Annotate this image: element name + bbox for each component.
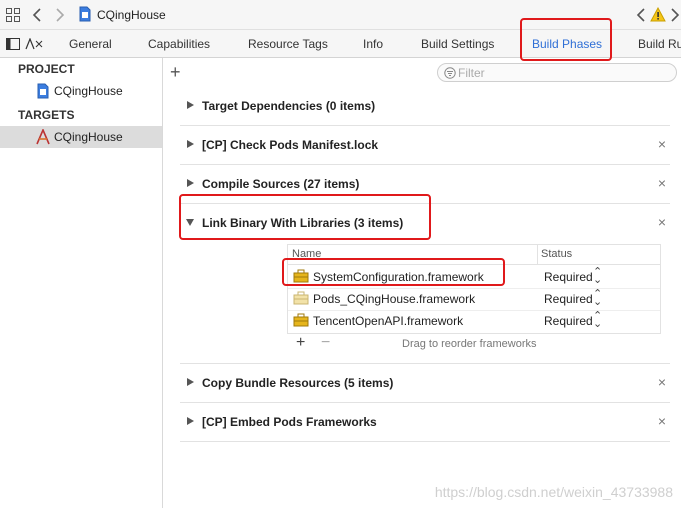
tab-info[interactable]: Info xyxy=(363,35,383,53)
tab-capabilities[interactable]: Capabilities xyxy=(148,35,210,53)
tab-build-rules[interactable]: Build Ru xyxy=(638,35,681,53)
column-header-name[interactable]: Name xyxy=(292,248,321,260)
warning-icon[interactable] xyxy=(650,7,666,22)
forward-arrow-icon[interactable] xyxy=(55,8,65,22)
divider xyxy=(180,441,670,442)
sidebar-toggle-icon[interactable] xyxy=(6,38,20,50)
sidebar-item-label: CQingHouse xyxy=(54,130,123,144)
column-header-status[interactable]: Status xyxy=(541,248,572,260)
drag-reorder-hint: Drag to reorder frameworks xyxy=(402,338,537,350)
column-separator xyxy=(537,244,538,264)
window-toolbar: CQingHouse xyxy=(0,0,681,29)
project-navigator: PROJECT CQingHouse TARGETS CQingHouse xyxy=(0,58,163,508)
sidebar-item-target[interactable]: CQingHouse xyxy=(0,126,162,148)
disclosure-triangle-icon[interactable] xyxy=(185,100,195,110)
tab-build-settings[interactable]: Build Settings xyxy=(421,35,494,53)
project-file-icon xyxy=(37,83,49,99)
disclosure-triangle-expanded-icon[interactable] xyxy=(185,217,195,227)
phase-title: Target Dependencies (0 items) xyxy=(202,99,376,113)
chevron-updown-icon[interactable]: ⌃ ⌄ xyxy=(593,267,602,286)
phase-title: Link Binary With Libraries (3 items) xyxy=(202,216,404,230)
framework-name: Pods_CQingHouse.framework xyxy=(313,292,476,306)
issue-forward-icon[interactable] xyxy=(670,8,680,22)
project-section-header: PROJECT xyxy=(18,62,75,76)
disclosure-triangle-icon[interactable] xyxy=(185,377,195,387)
add-framework-button[interactable]: + xyxy=(296,335,305,351)
grid-icon[interactable] xyxy=(6,8,20,22)
status-select[interactable]: Required xyxy=(544,292,593,306)
phase-target-dependencies[interactable]: Target Dependencies (0 items) xyxy=(180,87,670,125)
phase-title: [CP] Embed Pods Frameworks xyxy=(202,415,377,429)
breadcrumb-project[interactable]: CQingHouse xyxy=(97,8,166,22)
sidebar-item-project[interactable]: CQingHouse xyxy=(0,80,162,102)
remove-phase-icon[interactable]: × xyxy=(658,214,666,230)
phase-embed-pods-frameworks[interactable]: [CP] Embed Pods Frameworks × xyxy=(180,403,670,441)
targets-section-header: TARGETS xyxy=(18,108,75,122)
filter-placeholder: Filter xyxy=(458,66,485,80)
app-target-icon xyxy=(36,129,50,145)
divider xyxy=(288,288,660,289)
remove-phase-icon[interactable]: × xyxy=(658,413,666,429)
divider xyxy=(288,310,660,311)
chevron-updown-icon[interactable]: ⌃ ⌄ xyxy=(593,311,602,330)
back-arrow-icon[interactable] xyxy=(32,8,42,22)
filter-icon xyxy=(444,67,456,79)
status-select[interactable]: Required xyxy=(544,314,593,328)
tab-general[interactable]: General xyxy=(69,35,112,53)
tab-resource-tags[interactable]: Resource Tags xyxy=(248,35,328,53)
project-file-icon xyxy=(79,6,91,22)
divider xyxy=(288,264,660,265)
framework-name: TencentOpenAPI.framework xyxy=(313,314,464,328)
remove-phase-icon[interactable]: × xyxy=(658,175,666,191)
chevron-updown-icon[interactable]: ⌃ ⌄ xyxy=(593,289,602,308)
framework-name: SystemConfiguration.framework xyxy=(313,270,484,284)
phase-title: [CP] Check Pods Manifest.lock xyxy=(202,138,379,152)
target-selector-icon[interactable] xyxy=(25,38,43,50)
phase-check-pods-manifest[interactable]: [CP] Check Pods Manifest.lock × xyxy=(180,126,670,164)
disclosure-triangle-icon[interactable] xyxy=(185,416,195,426)
disclosure-triangle-icon[interactable] xyxy=(185,178,195,188)
editor-tab-bar: General Capabilities Resource Tags Info … xyxy=(0,29,681,58)
watermark-text: https://blog.csdn.net/weixin_43733988 xyxy=(434,484,673,500)
issue-back-icon[interactable] xyxy=(636,8,646,22)
framework-toolbox-icon xyxy=(293,291,309,305)
framework-toolbox-icon xyxy=(293,313,309,327)
filter-field[interactable]: Filter xyxy=(437,63,677,82)
phase-title: Copy Bundle Resources (5 items) xyxy=(202,376,394,390)
remove-framework-button[interactable]: − xyxy=(321,335,330,351)
add-phase-button[interactable]: + xyxy=(170,63,181,81)
framework-toolbox-icon xyxy=(293,269,309,283)
disclosure-triangle-icon[interactable] xyxy=(185,139,195,149)
remove-phase-icon[interactable]: × xyxy=(658,136,666,152)
phase-copy-bundle-resources[interactable]: Copy Bundle Resources (5 items) × xyxy=(180,364,670,402)
remove-phase-icon[interactable]: × xyxy=(658,374,666,390)
status-select[interactable]: Required xyxy=(544,270,593,284)
sidebar-item-label: CQingHouse xyxy=(54,84,123,98)
phase-compile-sources[interactable]: Compile Sources (27 items) × xyxy=(180,165,670,203)
tab-build-phases[interactable]: Build Phases xyxy=(532,35,602,53)
phase-link-binary[interactable]: Link Binary With Libraries (3 items) × xyxy=(180,204,670,242)
phase-title: Compile Sources (27 items) xyxy=(202,177,360,191)
